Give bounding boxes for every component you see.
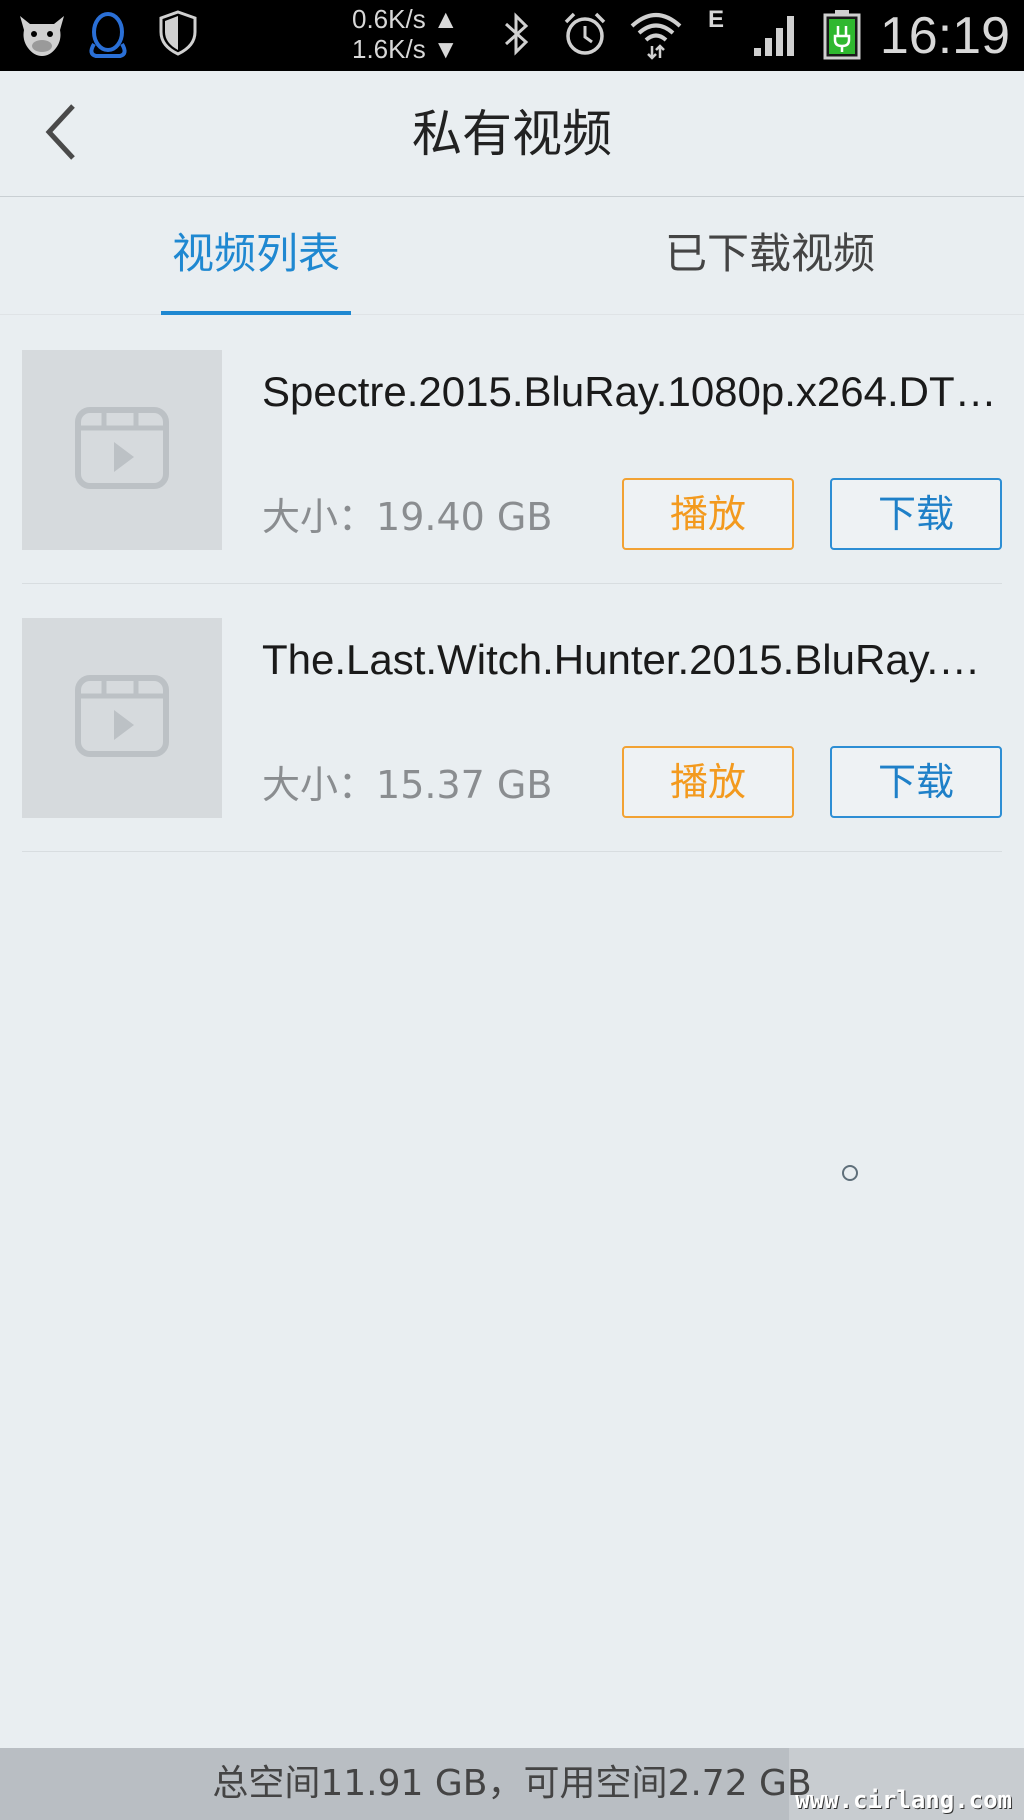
storage-footer: 总空间11.91 GB，可用空间2.72 GB www.cirlang.com [0,1748,1024,1820]
bluetooth-icon [500,10,534,62]
network-type: E [708,6,725,33]
tab-downloaded-videos[interactable]: 已下载视频 [620,198,920,315]
size-value: 15.37 GB [376,763,553,807]
video-placeholder-icon [74,406,170,494]
loading-indicator [842,1165,858,1181]
alarm-icon [562,10,608,62]
play-button[interactable]: 播放 [622,478,794,550]
signal-icon [752,10,800,62]
net-down: 1.6K/s ▼ [352,34,459,64]
cow-icon [16,10,68,64]
video-thumbnail [22,350,222,550]
size-value: 19.40 GB [376,495,553,539]
shield-icon [158,10,198,60]
title-bar: 私有视频 [0,71,1024,197]
network-speed: 0.6K/s ▲ 1.6K/s ▼ [352,4,459,64]
size-label: 大小： [262,763,377,807]
video-size: 大小：19.40 GB [262,486,552,541]
video-placeholder-icon [74,674,170,762]
qq-penguin-icon [86,10,130,64]
video-size: 大小：15.37 GB [262,754,552,809]
back-button[interactable] [26,99,96,169]
tab-video-list[interactable]: 视频列表 [161,198,351,315]
video-item[interactable]: Spectre.2015.BluRay.1080p.x264.DTS-HD.MA… [22,316,1002,584]
wifi-icon [630,10,682,64]
chevron-left-icon [41,102,81,166]
download-button[interactable]: 下载 [830,478,1002,550]
page-title: 私有视频 [412,105,612,163]
video-item[interactable]: The.Last.Witch.Hunter.2015.BluRay.1080p … [22,584,1002,852]
watermark: www.cirlang.com [795,1786,1012,1814]
battery-charging-icon [822,10,862,64]
video-name: Spectre.2015.BluRay.1080p.x264.DTS-HD.MA… [262,368,1002,415]
tab-bar: 视频列表 已下载视频 [0,198,1024,315]
video-name: The.Last.Witch.Hunter.2015.BluRay.1080p [262,636,1002,683]
play-button[interactable]: 播放 [622,746,794,818]
video-thumbnail [22,618,222,818]
video-list: Spectre.2015.BluRay.1080p.x264.DTS-HD.MA… [22,316,1002,852]
page: 0.6K/s ▲ 1.6K/s ▼ E 16:19 私有视频 视频列表 已下载视… [0,0,1024,1820]
net-up: 0.6K/s ▲ [352,4,459,34]
status-bar: 0.6K/s ▲ 1.6K/s ▼ E 16:19 [0,0,1024,71]
download-button[interactable]: 下载 [830,746,1002,818]
size-label: 大小： [262,495,377,539]
clock: 16:19 [879,7,1010,65]
